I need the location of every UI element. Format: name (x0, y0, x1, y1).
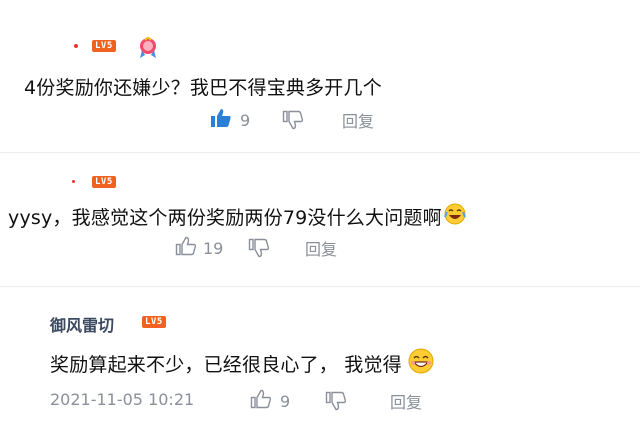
like-button[interactable]: 9 (250, 389, 290, 413)
comment-2: LV5 yysy，我感觉这个两份奖励两份79没什么大问题啊 19 回复 (0, 160, 640, 270)
thumbs-up-icon (250, 389, 272, 413)
level-badge: LV5 (92, 176, 116, 188)
divider (0, 152, 640, 153)
like-button[interactable]: 19 (175, 236, 223, 260)
like-count: 9 (240, 110, 251, 130)
comment-text-content: yysy，我感觉这个两份奖励两份79没什么大问题啊 (8, 207, 442, 229)
medal-icon (136, 36, 160, 64)
comment-1: LV5 4份奖励你还嫌少？我巴不得宝典多开几个 9 回复 (0, 0, 640, 150)
level-badge: LV5 (142, 316, 166, 328)
thumbs-down-icon (325, 391, 347, 415)
thumbs-down-icon (282, 110, 304, 134)
reply-button[interactable]: 回复 (342, 108, 374, 132)
avatar-dot (74, 44, 78, 48)
comment-text: 奖励算起来不少，已经很良心了， 我觉得 (50, 348, 434, 379)
comment-3: 御风雷切 LV5 奖励算起来不少，已经很良心了， 我觉得 2021-11-05 … (0, 300, 640, 444)
like-button[interactable]: 9 (210, 108, 250, 132)
thumbs-down-icon (248, 238, 270, 262)
dislike-button[interactable] (325, 391, 347, 415)
divider (0, 286, 640, 287)
reply-button[interactable]: 回复 (305, 236, 337, 260)
like-count: 9 (280, 391, 291, 411)
reply-button[interactable]: 回复 (390, 389, 422, 413)
dislike-button[interactable] (248, 238, 270, 262)
avatar-dot (72, 180, 75, 183)
comment-text: yysy，我感觉这个两份奖励两份79没什么大问题啊 (8, 203, 466, 230)
thumbs-up-icon (210, 108, 232, 132)
username[interactable]: 御风雷切 (50, 312, 114, 336)
laugh-cry-emoji-icon (443, 203, 466, 230)
thumbs-up-icon (175, 236, 197, 260)
grin-emoji-icon (408, 348, 434, 379)
level-badge: LV5 (92, 40, 116, 52)
dislike-button[interactable] (282, 110, 304, 134)
comment-text: 4份奖励你还嫌少？我巴不得宝典多开几个 (24, 77, 382, 99)
timestamp: 2021-11-05 10:21 (50, 390, 195, 409)
comment-text-content: 奖励算起来不少，已经很良心了， 我觉得 (50, 354, 402, 376)
like-count: 19 (203, 238, 224, 258)
